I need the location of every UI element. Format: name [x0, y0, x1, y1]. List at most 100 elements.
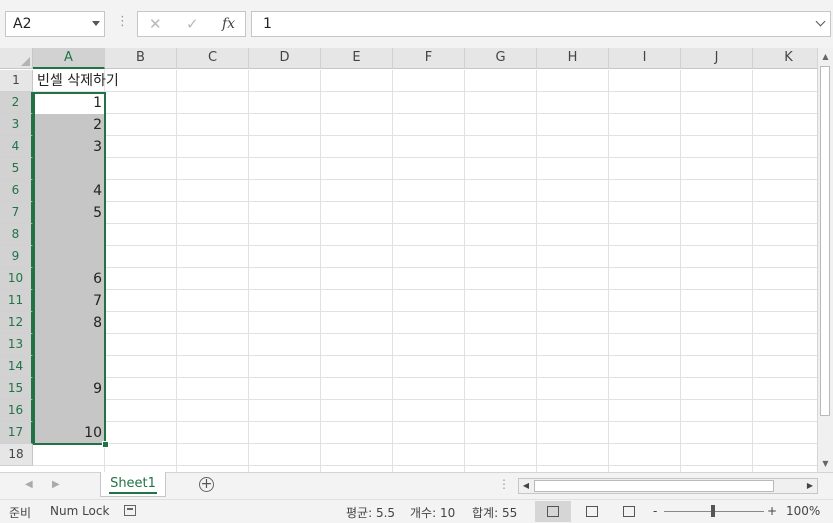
scroll-right-icon[interactable]: ▶: [803, 479, 817, 493]
formula-buttons: ✕ ✓ fx: [137, 11, 246, 37]
column-gridline: [392, 70, 393, 472]
scroll-up-icon[interactable]: ▲: [819, 50, 832, 63]
row-gridline: [33, 399, 817, 400]
column-gridline: [248, 70, 249, 472]
name-box[interactable]: A2: [5, 11, 105, 37]
row-header-2[interactable]: 2: [0, 92, 33, 114]
row-gridline: [33, 355, 817, 356]
tab-splitter[interactable]: ⋮: [498, 477, 510, 491]
row-gridline: [33, 377, 817, 378]
page-break-icon: [623, 506, 635, 517]
column-header-a[interactable]: A: [33, 48, 105, 69]
row-gridline: [33, 179, 817, 180]
insert-function-icon[interactable]: fx: [222, 16, 235, 32]
active-tab-underline: [109, 492, 157, 494]
add-sheet-icon[interactable]: +: [199, 477, 214, 492]
status-bar: 준비 Num Lock 평균: 5.5 개수: 10 합계: 55 - + 10…: [0, 499, 833, 523]
formula-input[interactable]: 1: [251, 11, 831, 37]
row-gridline: [33, 135, 817, 136]
selection-border: [33, 92, 106, 445]
page-layout-icon: [586, 506, 598, 517]
column-gridline: [464, 70, 465, 472]
row-header-5[interactable]: 5: [0, 158, 33, 180]
sheet-tab-label: Sheet1: [110, 476, 156, 491]
row-header-11[interactable]: 11: [0, 290, 33, 312]
name-box-value: A2: [13, 16, 32, 32]
vertical-scrollbar[interactable]: ▲ ▼: [817, 48, 833, 472]
row-gridline: [33, 333, 817, 334]
column-gridline: [176, 70, 177, 472]
num-lock-indicator: Num Lock: [50, 504, 110, 518]
macro-recording-icon[interactable]: [124, 505, 136, 516]
scroll-down-icon[interactable]: ▼: [819, 457, 832, 470]
row-header-8[interactable]: 8: [0, 224, 33, 246]
row-gridline: [33, 421, 817, 422]
column-header-c[interactable]: C: [177, 48, 249, 69]
sheet-tab[interactable]: Sheet1: [100, 472, 166, 497]
zoom-slider-thumb[interactable]: [711, 505, 715, 517]
select-all-icon: [21, 57, 30, 66]
column-header-i[interactable]: I: [609, 48, 681, 69]
status-count: 개수: 10: [410, 506, 456, 520]
normal-view-icon: [547, 506, 559, 517]
page-break-view-button[interactable]: [611, 501, 647, 522]
row-header-1[interactable]: 1: [0, 70, 33, 92]
status-average: 평균: 5.5: [346, 506, 396, 520]
formula-value: 1: [263, 16, 272, 32]
expand-formula-bar-icon[interactable]: [815, 16, 826, 27]
column-gridline: [752, 70, 753, 472]
column-header-h[interactable]: H: [537, 48, 609, 69]
zoom-level[interactable]: 100%: [786, 504, 820, 518]
row-header-12[interactable]: 12: [0, 312, 33, 334]
enter-icon[interactable]: ✓: [186, 15, 199, 33]
row-header-14[interactable]: 14: [0, 356, 33, 378]
row-header-16[interactable]: 16: [0, 400, 33, 422]
row-header-3[interactable]: 3: [0, 114, 33, 136]
row-gridline: [33, 245, 817, 246]
name-box-dropdown-icon[interactable]: [92, 21, 100, 26]
row-gridline: [33, 201, 817, 202]
row-gridline: [33, 113, 817, 114]
worksheet-grid[interactable]: ABCDEFGHIJK 1 2 3 4 5 6 7 8 9 10 11 12 13 14 15 16 17 18 …: [0, 48, 817, 472]
normal-view-button[interactable]: [535, 501, 571, 522]
cancel-icon[interactable]: ✕: [149, 15, 162, 33]
column-header-f[interactable]: F: [393, 48, 465, 69]
page-layout-view-button[interactable]: [574, 501, 610, 522]
select-all-button[interactable]: [0, 48, 33, 69]
sheet-tab-bar: ◀ ▶ Sheet1 + ⋮ ◀ ▶: [0, 472, 833, 499]
fill-handle[interactable]: [102, 441, 109, 448]
formula-bar-splitter[interactable]: ⋮: [116, 14, 129, 29]
cell-a1[interactable]: 빈셀 삭제하기: [37, 70, 119, 92]
row-header-9[interactable]: 9: [0, 246, 33, 268]
column-header-k[interactable]: K: [753, 48, 817, 69]
column-gridline: [536, 70, 537, 472]
row-gridline: [33, 91, 817, 92]
row-header-7[interactable]: 7: [0, 202, 33, 224]
column-header-b[interactable]: B: [105, 48, 177, 69]
scroll-left-icon[interactable]: ◀: [519, 479, 533, 493]
prev-sheet-icon[interactable]: ◀: [25, 479, 33, 490]
row-gridline: [33, 443, 817, 444]
vertical-scroll-thumb[interactable]: [820, 66, 830, 416]
column-header-e[interactable]: E: [321, 48, 393, 69]
row-header-13[interactable]: 13: [0, 334, 33, 356]
column-header-g[interactable]: G: [465, 48, 537, 69]
row-header-17[interactable]: 17: [0, 422, 33, 444]
column-header-d[interactable]: D: [249, 48, 321, 69]
column-header-j[interactable]: J: [681, 48, 753, 69]
zoom-out-button[interactable]: -: [653, 504, 657, 518]
row-gridline: [33, 223, 817, 224]
row-gridline: [33, 465, 817, 466]
column-gridline: [320, 70, 321, 472]
next-sheet-icon[interactable]: ▶: [52, 479, 60, 490]
row-header-10[interactable]: 10: [0, 268, 33, 290]
column-gridline: [608, 70, 609, 472]
horizontal-scrollbar[interactable]: ◀ ▶: [518, 478, 818, 494]
horizontal-scroll-thumb[interactable]: [534, 480, 774, 492]
row-header-6[interactable]: 6: [0, 180, 33, 202]
row-header-15[interactable]: 15: [0, 378, 33, 400]
zoom-in-button[interactable]: +: [767, 504, 777, 518]
row-gridline: [33, 311, 817, 312]
row-header-4[interactable]: 4: [0, 136, 33, 158]
row-header-18[interactable]: 18: [0, 444, 33, 466]
